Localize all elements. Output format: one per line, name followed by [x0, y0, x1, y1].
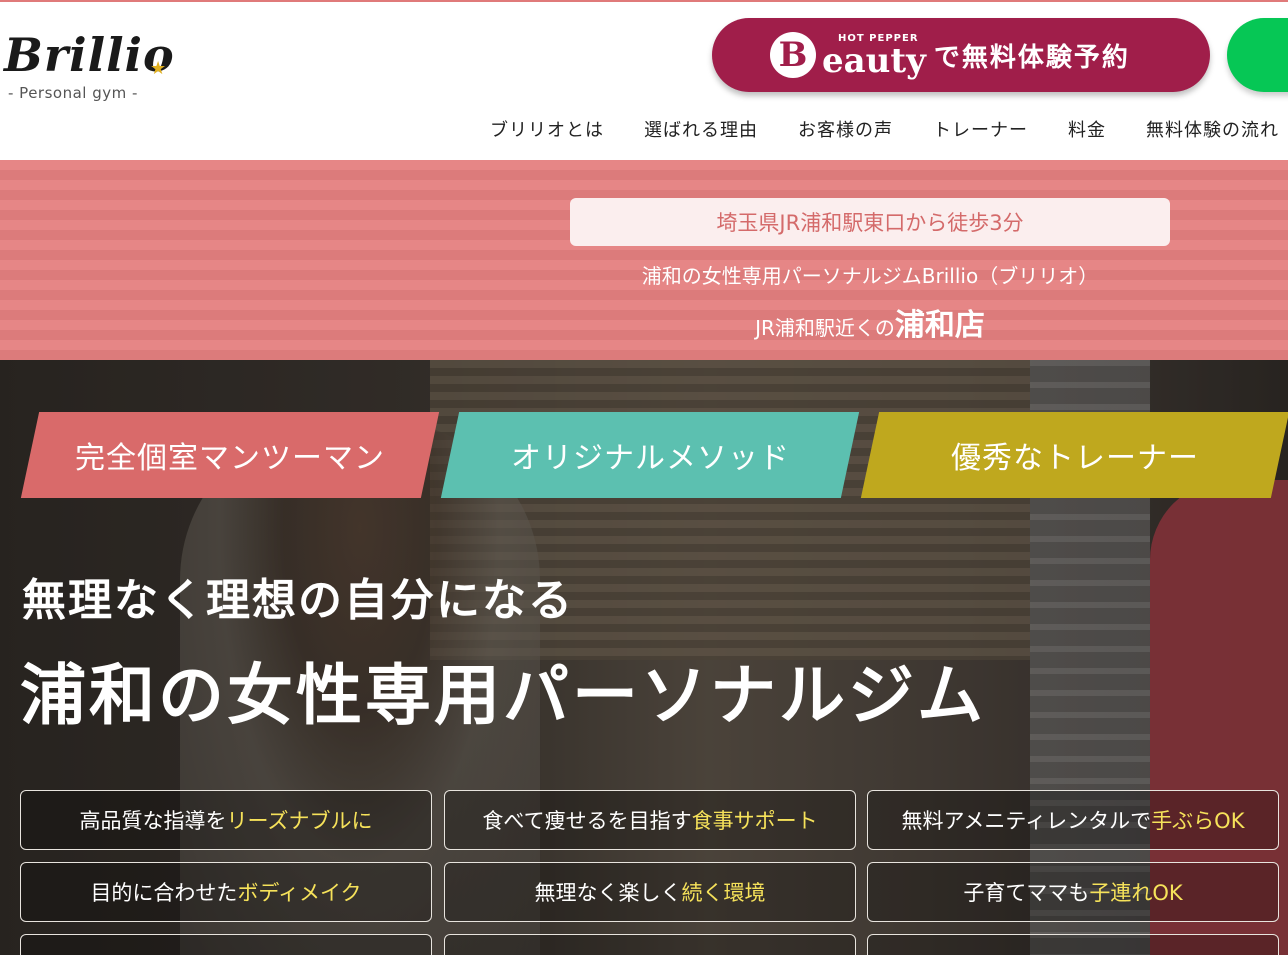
tag-private-room: 完全個室マンツーマン: [20, 412, 440, 498]
feature-highlight: 子連れOK: [1089, 881, 1183, 905]
feature-text: 目的に合わせた: [90, 881, 238, 905]
hotpepper-b-icon: B: [770, 32, 816, 78]
feature-text: 食べて痩せるを目指す: [482, 809, 692, 833]
nav-about[interactable]: ブリリオとは: [490, 116, 604, 142]
feature-text: 無料アメニティレンタルで: [901, 809, 1152, 833]
star-icon: ★: [150, 58, 167, 79]
tag-trainers-label: 優秀なトレーナー: [951, 441, 1199, 476]
feature-box: 無料アメニティレンタルで 手ぶらOK: [867, 790, 1279, 850]
tag-original-method-label: オリジナルメソッド: [510, 441, 790, 476]
feature-box-partial: [444, 934, 856, 955]
feature-box: 目的に合わせた ボディメイク: [20, 862, 432, 922]
nav-reasons[interactable]: 選ばれる理由: [644, 116, 758, 142]
store-name: 浦和店: [894, 308, 985, 343]
feature-highlight: ボディメイク: [237, 881, 362, 905]
hotpepper-brand: HOT PEPPER eauty: [822, 33, 926, 78]
nav-trainers[interactable]: トレーナー: [933, 116, 1028, 142]
brillio-logo[interactable]: Brillio ★ - Personal gym -: [4, 32, 175, 102]
hero-section: 完全個室マンツーマン オリジナルメソッド 優秀なトレーナー 無理なく理想の自分に…: [0, 360, 1288, 955]
site-header: Brillio ★ - Personal gym - B HOT PEPPER …: [0, 2, 1288, 160]
tag-private-room-label: 完全個室マンツーマン: [75, 441, 385, 476]
feature-text: 子育てママも: [963, 881, 1090, 905]
tag-trainers: 優秀なトレーナー: [860, 412, 1288, 498]
feature-box: 無理なく楽しく 続く環境: [444, 862, 856, 922]
hero-title: 浦和の女性専用パーソナルジム: [20, 657, 986, 734]
feature-highlight: 手ぶらOK: [1151, 809, 1245, 833]
hero-subtitle: 無理なく理想の自分になる: [22, 575, 574, 626]
tag-original-method: オリジナルメソッド: [440, 412, 860, 498]
line-button[interactable]: [1227, 18, 1288, 92]
feature-box-partial: [867, 934, 1279, 955]
feature-highlight: 続く環境: [681, 881, 766, 905]
main-nav: ブリリオとは 選ばれる理由 お客様の声 トレーナー 料金 無料体験の流れ: [490, 116, 1288, 142]
feature-text: 高品質な指導を: [79, 809, 227, 833]
feature-box: 子育てママも 子連れOK: [867, 862, 1279, 922]
feature-highlight: リーズナブルに: [226, 809, 373, 833]
logo-subtitle: - Personal gym -: [8, 84, 138, 102]
location-pill: 埼玉県JR浦和駅東口から徒歩3分: [570, 198, 1170, 246]
location-band: 埼玉県JR浦和駅東口から徒歩3分 浦和の女性専用パーソナルジムBrillio（ブ…: [0, 160, 1288, 360]
location-line-2: JR浦和駅近くの浦和店: [570, 300, 1170, 344]
nav-voices[interactable]: お客様の声: [798, 116, 893, 142]
feature-box: 食べて痩せるを目指す 食事サポート: [444, 790, 856, 850]
nav-price[interactable]: 料金: [1068, 116, 1106, 142]
location-line-1: 浦和の女性専用パーソナルジムBrillio（ブリリオ）: [641, 264, 1099, 288]
nav-trial-flow[interactable]: 無料体験の流れ: [1146, 116, 1279, 142]
hotpepper-booking-button[interactable]: B HOT PEPPER eauty で無料体験予約: [712, 18, 1210, 92]
feature-box: 高品質な指導を リーズナブルに: [20, 790, 432, 850]
feature-text: 無理なく楽しく: [534, 881, 682, 905]
feature-highlight: 食事サポート: [691, 809, 818, 833]
feature-box-partial: [20, 934, 432, 955]
hotpepper-cta-label: で無料体験予約: [933, 42, 1130, 73]
location-line-2-prefix: JR浦和駅近くの: [755, 316, 895, 340]
hotpepper-beauty-label: eauty: [822, 40, 926, 81]
